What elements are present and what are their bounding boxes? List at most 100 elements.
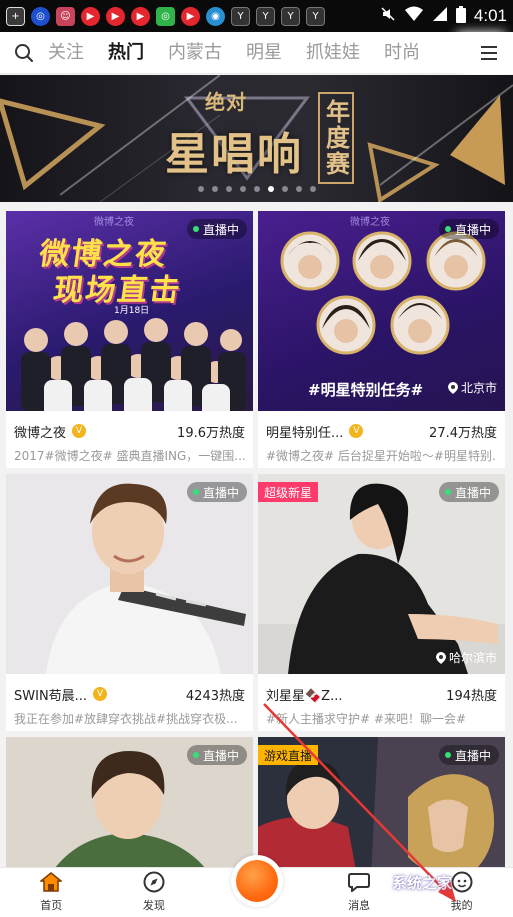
carousel-dot — [239, 186, 246, 192]
card-title: SWIN苟晨... — [14, 688, 88, 704]
live-card-weibo-night[interactable]: 微博之夜 微博之夜 现场直击 1月18日 直播中 微博之夜 V 19.6万热度 … — [6, 211, 253, 468]
status-bar: + ◎ ☺ ▶ ▶ ▶ ◎ ▶ ◉ Y Y Y Y 4:01 — [0, 0, 513, 32]
banner-badge: 年度赛 — [318, 92, 354, 184]
live-status-label: 直播中 — [202, 748, 239, 763]
tab-stars[interactable]: 明星 — [246, 32, 282, 74]
live-thumbnail: 超级新星 哈尔滨市 直播中 — [258, 474, 505, 674]
live-dot-icon — [192, 752, 199, 758]
tab-fashion[interactable]: 时尚 — [384, 32, 420, 74]
new-star-tag: 超级新星 — [258, 482, 319, 502]
carousel-dot — [281, 186, 288, 192]
menu-button[interactable] — [465, 31, 513, 74]
tab-claw-machine[interactable]: 抓娃娃 — [306, 32, 360, 74]
nav-home[interactable]: 首页 — [0, 868, 103, 917]
nav-home-label: 首页 — [40, 899, 63, 912]
system-icons: 4:01 — [380, 5, 507, 27]
carousel-dot — [253, 186, 260, 192]
wechat-icon: ◎ — [156, 6, 175, 26]
live-status-label: 直播中 — [454, 222, 491, 237]
tab-follow[interactable]: 关注 — [48, 32, 84, 74]
live-thumbnail: 微博之夜 #明星特别任务# 北京市 直播中 — [258, 211, 505, 411]
live-thumbnail: 直播中 — [6, 737, 253, 867]
heat-count: 4243热度 — [185, 688, 245, 704]
y-app-icon: Y — [231, 6, 250, 26]
heat-count: 19.6万热度 — [177, 425, 245, 441]
category-tabs: 关注 热门 内蒙古 明星 抓娃娃 时尚 — [48, 32, 465, 74]
card-description: 我正在参加#放肆穿衣挑战#挑战穿衣极... — [14, 712, 238, 726]
tab-hot[interactable]: 热门 — [108, 32, 144, 74]
tab-inner-mongolia[interactable]: 内蒙古 — [168, 32, 222, 74]
video-app-icon: ▶ — [81, 6, 100, 26]
location-label: 北京市 — [447, 379, 497, 396]
y-app-icon: Y — [256, 6, 275, 26]
contact-app-icon: ☺ — [56, 6, 75, 26]
verified-icon: V — [349, 424, 364, 438]
watermark-logo: 系统之家 — [392, 874, 453, 892]
carousel-dot-active — [267, 186, 274, 192]
banner-subtitle: 绝对 — [205, 90, 247, 114]
carousel-dot — [309, 186, 316, 192]
card-title: 微博之夜 — [14, 425, 67, 441]
live-dot-icon — [444, 226, 451, 232]
location-label: 哈尔滨市 — [435, 649, 497, 666]
banner-title: 星唱响 — [165, 129, 303, 180]
card-info-row: 明星特别任... V 27.4万热度 — [266, 421, 497, 441]
status-time: 4:01 — [473, 6, 507, 25]
search-button[interactable] — [0, 32, 48, 74]
live-thumbnail: 直播中 — [6, 474, 253, 674]
notification-icons: + ◎ ☺ ▶ ▶ ▶ ◎ ▶ ◉ Y Y Y Y — [6, 6, 325, 26]
streamer-photo — [258, 474, 505, 674]
poster-logo: 微博之夜 — [94, 217, 134, 228]
live-dot-icon — [192, 489, 199, 495]
live-status-badge: 直播中 — [186, 745, 247, 765]
celebrities-photo — [21, 318, 246, 411]
live-dot-icon — [444, 489, 451, 495]
live-card[interactable]: 直播中 — [6, 737, 253, 867]
browser-icon: ◉ — [206, 6, 225, 26]
streamer-photo — [6, 474, 253, 674]
live-card-star-mission[interactable]: 微博之夜 #明星特别任务# 北京市 直播中 明星特别任... V 27.4万热度… — [258, 211, 505, 468]
video-app-icon: ▶ — [181, 6, 200, 26]
y-app-icon: Y — [306, 6, 325, 26]
live-status-badge: 直播中 — [186, 219, 247, 239]
wifi-icon — [404, 6, 424, 26]
heat-count: 27.4万热度 — [429, 425, 497, 441]
location-pin-icon — [435, 651, 446, 664]
live-thumbnail: 微博之夜 微博之夜 现场直击 1月18日 直播中 — [6, 211, 253, 411]
carousel-dot — [211, 186, 218, 192]
top-nav: 关注 热门 内蒙古 明星 抓娃娃 时尚 — [0, 31, 513, 74]
video-app-icon: ▶ — [106, 6, 125, 26]
celebrity-portraits — [280, 231, 486, 355]
verified-icon: V — [72, 424, 87, 438]
live-status-badge: 直播中 — [438, 219, 499, 239]
carousel-dot — [197, 186, 204, 192]
location-text: 哈尔滨市 — [448, 651, 497, 665]
verified-icon: V — [93, 687, 108, 701]
card-description: 2017#微博之夜# 盛典直播ING，一键围... — [14, 449, 245, 463]
live-dot-icon — [192, 226, 199, 232]
carousel-dot — [295, 186, 302, 192]
live-status-label: 直播中 — [202, 485, 239, 500]
live-status-label: 直播中 — [454, 748, 491, 763]
battery-icon — [455, 5, 466, 27]
home-icon — [39, 870, 63, 894]
live-status-badge: 直播中 — [186, 482, 247, 502]
headset-app-icon: ◎ — [31, 6, 50, 26]
nav-discover[interactable]: 发现 — [103, 868, 206, 917]
tv-app-icon: + — [6, 6, 25, 26]
carousel-indicator — [0, 186, 513, 192]
card-title: 明星特别任... — [266, 425, 344, 441]
live-status-badge: 直播中 — [438, 482, 499, 502]
search-icon — [15, 43, 33, 62]
poster-hashtag: #明星特别任务# — [308, 381, 424, 399]
light-streak-icon — [380, 84, 513, 186]
location-text: 北京市 — [460, 381, 497, 395]
live-card-liu-xingxing[interactable]: 超级新星 哈尔滨市 直播中 刘星星🍫Z... 194热度 #新人主播求守护# #… — [258, 474, 505, 731]
live-card-swin[interactable]: 直播中 SWIN苟晨... V 4243热度 我正在参加#放肆穿衣挑战#挑战穿衣… — [6, 474, 253, 731]
live-status-label: 直播中 — [202, 222, 239, 237]
card-info-row: 微博之夜 V 19.6万热度 — [14, 421, 245, 441]
mute-icon — [380, 6, 396, 26]
y-app-icon: Y — [281, 6, 300, 26]
card-info-row: SWIN苟晨... V 4243热度 — [14, 684, 245, 704]
card-description: #微博之夜# 后台捉星开始啦～#明星特别... — [266, 449, 497, 463]
